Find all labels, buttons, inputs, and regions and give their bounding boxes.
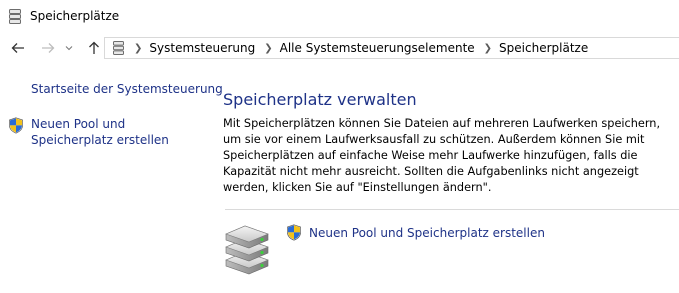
- breadcrumb-separator[interactable]: ❯: [134, 43, 142, 54]
- section-divider: [225, 209, 679, 210]
- create-pool-link[interactable]: Neuen Pool und Speicherplatz erstellen: [309, 226, 545, 240]
- title-bar: Speicherplätze: [0, 0, 679, 32]
- breadcrumb-systemsteuerung[interactable]: Systemsteuerung: [149, 41, 255, 55]
- chevron-down-icon: [65, 46, 73, 51]
- create-pool-section: Neuen Pool und Speicherplatz erstellen: [222, 220, 679, 280]
- breadcrumb-alle-elemente[interactable]: Alle Systemsteuerungselemente: [280, 41, 475, 55]
- sidebar-task-label[interactable]: Neuen Pool und Speicherplatz erstellen: [31, 116, 201, 148]
- storage-spaces-icon: [113, 41, 124, 55]
- forward-arrow-icon: [42, 43, 55, 53]
- page-description: Mit Speicherplätzen können Sie Dateien a…: [223, 117, 661, 194]
- recent-locations-button[interactable]: [63, 39, 75, 57]
- forward-button[interactable]: [39, 39, 57, 57]
- up-arrow-icon: [89, 41, 99, 54]
- control-panel-home-link[interactable]: Startseite der Systemsteuerung: [31, 82, 223, 96]
- back-button[interactable]: [9, 39, 27, 57]
- breadcrumb-separator[interactable]: ❯: [484, 43, 492, 54]
- breadcrumb-speicherplaetze[interactable]: Speicherplätze: [499, 41, 588, 55]
- uac-shield-icon: [287, 224, 301, 241]
- up-button[interactable]: [85, 39, 103, 57]
- back-arrow-icon: [11, 43, 24, 53]
- storage-spaces-icon: [9, 9, 21, 24]
- window-title: Speicherplätze: [30, 9, 120, 23]
- uac-shield-icon: [9, 117, 23, 134]
- breadcrumb-separator[interactable]: ❯: [264, 43, 272, 54]
- navigation-bar: ❯ Systemsteuerung ❯ Alle Systemsteuerung…: [0, 33, 679, 63]
- page-heading: Speicherplatz verwalten: [223, 90, 417, 109]
- address-bar[interactable]: ❯ Systemsteuerung ❯ Alle Systemsteuerung…: [104, 37, 679, 59]
- drive-stack-icon: [225, 225, 269, 275]
